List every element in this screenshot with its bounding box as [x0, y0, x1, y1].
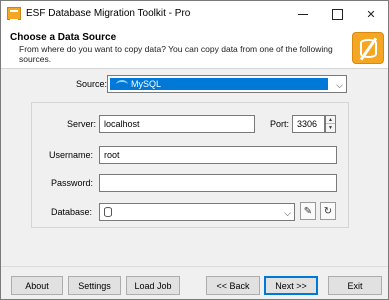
password-input[interactable]	[99, 174, 337, 192]
stepper-down-icon[interactable]: ▼	[326, 124, 335, 132]
source-value: MySQL	[131, 79, 162, 89]
next-button[interactable]: Next >>	[264, 276, 318, 295]
server-label: Server:	[67, 119, 97, 129]
port-label: Port:	[270, 119, 290, 129]
port-stepper[interactable]: ▲ ▼	[325, 115, 336, 133]
server-input[interactable]: localhost	[99, 115, 255, 133]
refresh-icon[interactable]: ↻	[320, 202, 336, 220]
source-selected-item: MySQL	[110, 78, 328, 90]
username-input[interactable]: root	[99, 146, 337, 164]
database-logo-icon	[352, 32, 384, 64]
load-job-button[interactable]: Load Job	[126, 276, 180, 295]
database-icon	[104, 207, 112, 217]
settings-button[interactable]: Settings	[68, 276, 121, 295]
app-icon	[7, 7, 21, 21]
window-title: ESF Database Migration Toolkit - Pro	[26, 8, 191, 19]
username-label: Username:	[49, 150, 94, 160]
mysql-dolphin-icon	[116, 80, 128, 89]
page-description: From where do you want to copy data? You…	[19, 44, 333, 64]
chevron-down-icon[interactable]: ⌵	[284, 208, 291, 219]
source-label: Source:	[76, 79, 108, 89]
maximize-button[interactable]	[320, 1, 354, 27]
minimize-button[interactable]	[286, 1, 320, 27]
back-button[interactable]: << Back	[206, 276, 260, 295]
about-button[interactable]: About	[11, 276, 63, 295]
database-select[interactable]: ⌵	[99, 203, 295, 221]
edit-icon[interactable]: ✎	[300, 202, 316, 220]
close-button[interactable]	[354, 1, 388, 27]
password-label: Password:	[51, 178, 94, 188]
exit-button[interactable]: Exit	[328, 276, 382, 295]
wizard-header: Choose a Data Source From where do you w…	[1, 27, 388, 69]
main-window: ESF Database Migration Toolkit - Pro Cho…	[0, 0, 389, 300]
chevron-down-icon[interactable]: ⌵	[336, 80, 343, 91]
stepper-up-icon[interactable]: ▲	[326, 116, 335, 124]
page-title: Choose a Data Source	[10, 32, 117, 43]
title-bar: ESF Database Migration Toolkit - Pro	[1, 1, 388, 27]
port-input[interactable]: 3306	[292, 115, 325, 133]
source-select[interactable]: MySQL ⌵	[107, 75, 347, 93]
database-label: Database:	[51, 207, 93, 217]
